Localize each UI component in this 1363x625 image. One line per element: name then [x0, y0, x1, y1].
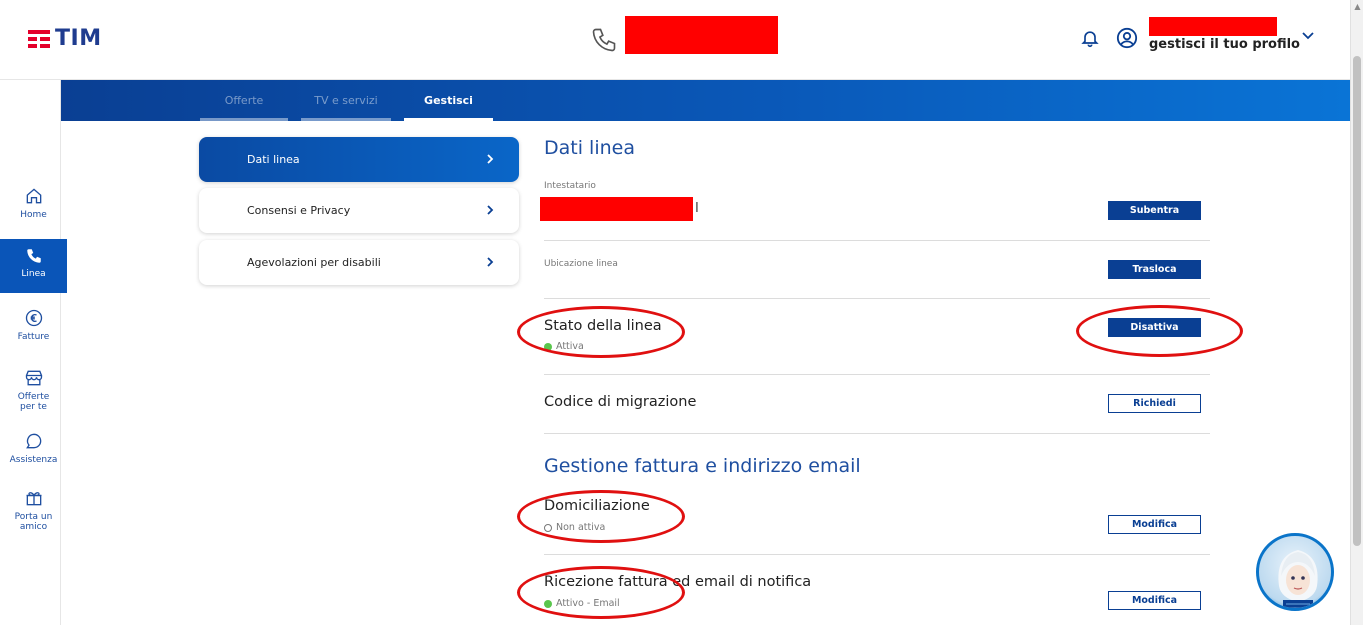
tab-tv-servizi[interactable]: TV e servizi	[301, 80, 391, 121]
nav-item-linea[interactable]: Linea	[0, 239, 67, 293]
tab-offerte[interactable]: Offerte	[200, 80, 288, 121]
nav-item-home[interactable]: Home	[0, 186, 67, 220]
page-scrollbar[interactable]: ▲	[1350, 0, 1363, 625]
tim-logo-mark-icon	[28, 28, 50, 50]
top-header: TIM gestisci il tuo profilo	[0, 0, 1350, 80]
nav-item-porta-amico[interactable]: Porta un amico	[0, 488, 67, 532]
redacted-holder-name	[540, 197, 693, 221]
divider	[544, 554, 1210, 555]
redacted-user-name	[1149, 17, 1277, 36]
tab-gestisci[interactable]: Gestisci	[404, 80, 493, 121]
nav-label-offerte: Offerte per te	[17, 392, 50, 412]
chevron-down-icon[interactable]	[1300, 30, 1316, 42]
gift-icon	[26, 492, 41, 506]
submenu-consensi-privacy[interactable]: Consensi e Privacy	[199, 188, 519, 233]
tab-label-offerte: Offerte	[224, 94, 264, 107]
codice-migrazione-title: Codice di migrazione	[544, 394, 697, 410]
notification-bell-icon[interactable]	[1080, 28, 1100, 48]
phone-icon	[26, 249, 41, 263]
nav-item-assistenza[interactable]: Assistenza	[0, 431, 67, 465]
modifica-domiciliazione-button[interactable]: Modifica	[1108, 515, 1201, 534]
submenu-agevolazioni[interactable]: Agevolazioni per disabili	[199, 240, 519, 285]
scroll-up-icon[interactable]: ▲	[1351, 0, 1363, 14]
assistant-face-icon	[1278, 550, 1318, 608]
holder-text-cursor: I	[695, 201, 699, 216]
richiedi-button[interactable]: Richiedi	[1108, 394, 1201, 413]
section-title-gestione-fattura: Gestione fattura e indirizzo email	[544, 455, 861, 477]
submenu-label: Agevolazioni per disabili	[247, 256, 381, 269]
submenu-dati-linea[interactable]: Dati linea	[199, 137, 519, 182]
annotation-ellipse-domiciliazione	[517, 490, 685, 543]
store-icon	[25, 370, 42, 386]
divider	[544, 433, 1210, 434]
divider	[544, 240, 1210, 241]
brand-name: TIM	[55, 26, 102, 51]
left-navigation: Home Linea Fatture Offerte per te Assist…	[0, 80, 67, 625]
euro-icon	[25, 309, 42, 327]
modifica-ricezione-button[interactable]: Modifica	[1108, 591, 1201, 610]
chevron-right-icon	[487, 205, 494, 215]
intestatario-label: Intestatario	[544, 181, 596, 191]
tab-label-gestisci: Gestisci	[424, 94, 473, 107]
annotation-ellipse-disattiva	[1076, 305, 1243, 357]
annotation-ellipse-stato	[517, 306, 685, 358]
annotation-ellipse-ricezione	[517, 566, 685, 619]
chevron-right-icon	[487, 154, 494, 164]
chevron-right-icon	[487, 257, 494, 267]
nav-label-assistenza: Assistenza	[9, 455, 58, 465]
submenu-label: Dati linea	[247, 153, 300, 166]
tim-logo[interactable]: TIM	[28, 26, 102, 51]
home-icon	[26, 188, 41, 204]
user-account-icon[interactable]	[1116, 27, 1138, 49]
divider	[544, 374, 1210, 375]
nav-item-offerte[interactable]: Offerte per te	[0, 368, 67, 412]
redacted-phone-number	[625, 16, 778, 54]
nav-label-porta-amico: Porta un amico	[14, 512, 53, 532]
trasloca-button[interactable]: Trasloca	[1108, 260, 1201, 279]
ubicazione-label: Ubicazione linea	[544, 259, 618, 269]
phone-icon	[592, 28, 616, 52]
section-title-dati-linea: Dati linea	[544, 137, 635, 159]
manage-profile-link[interactable]: gestisci il tuo profilo	[1149, 37, 1300, 52]
divider	[544, 298, 1210, 299]
nav-item-fatture[interactable]: Fatture	[0, 308, 67, 342]
subentra-button[interactable]: Subentra	[1108, 201, 1201, 220]
virtual-assistant-avatar[interactable]	[1256, 533, 1334, 611]
nav-label-linea: Linea	[21, 269, 46, 279]
nav-label-home: Home	[20, 210, 47, 220]
nav-label-fatture: Fatture	[17, 332, 50, 342]
submenu-label: Consensi e Privacy	[247, 204, 351, 217]
tab-label-tv-servizi: TV e servizi	[314, 94, 378, 107]
section-tabs-bar: Offerte TV e servizi Gestisci	[61, 80, 1350, 121]
scroll-thumb[interactable]	[1353, 56, 1361, 546]
chat-icon	[25, 433, 41, 449]
